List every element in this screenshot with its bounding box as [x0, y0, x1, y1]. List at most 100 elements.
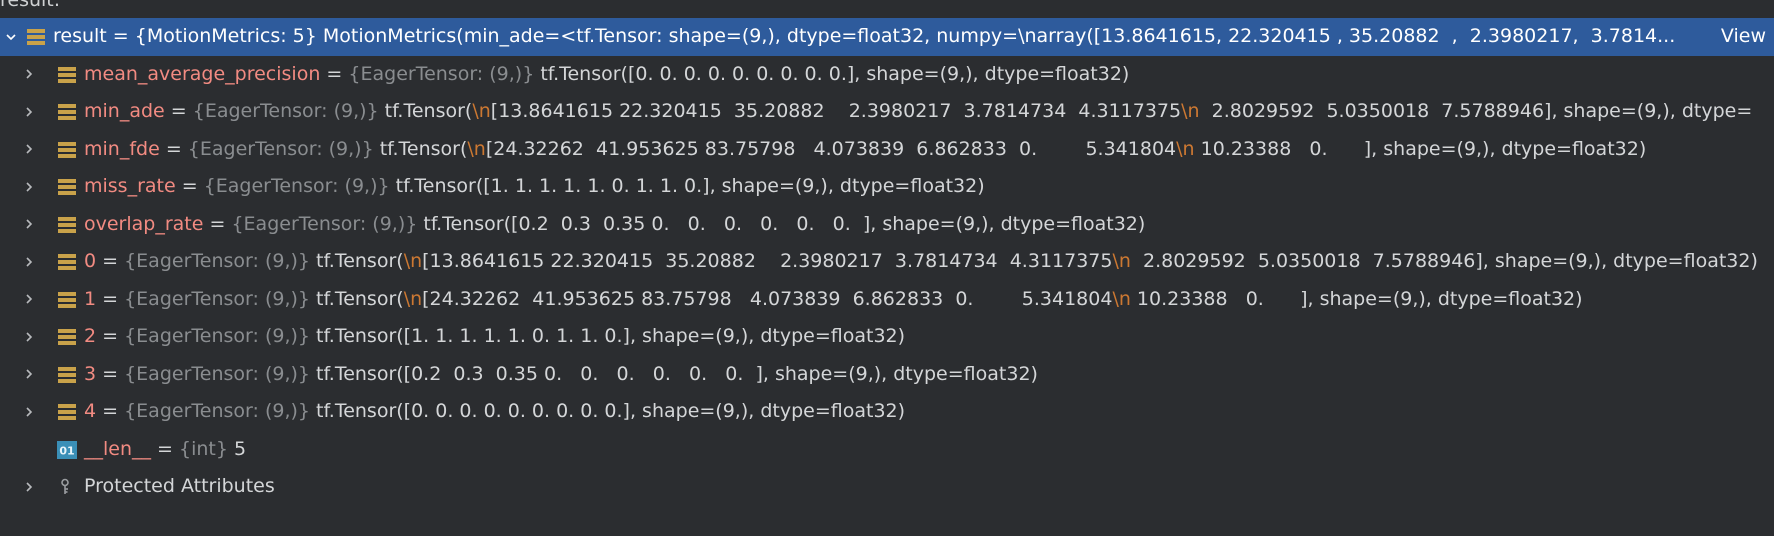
row-content: 1 = {EagerTensor: (9,)} tf.Tensor(\n[24.…: [84, 281, 1583, 319]
var-name: miss_rate: [84, 175, 176, 197]
var-value: 2.8029592 5.0350018 7.5788946], shape=(9…: [1130, 250, 1758, 272]
escape-newline: \n: [403, 250, 423, 272]
variables-tree: result = {MotionMetrics: 5} MotionMetric…: [0, 18, 1774, 506]
var-value: tf.Tensor([0. 0. 0. 0. 0. 0. 0. 0. 0.], …: [309, 400, 906, 422]
escape-newline: \n: [467, 137, 486, 160]
var-name: min_ade: [84, 100, 165, 122]
chevron-right-icon[interactable]: [22, 168, 36, 206]
tree-row-len[interactable]: 01 __len__ = {int} 5: [0, 431, 1774, 469]
var-value: tf.Tensor(: [309, 250, 404, 272]
row-content: 2 = {EagerTensor: (9,)} tf.Tensor([1. 1.…: [84, 318, 905, 356]
ellipsis: ...: [1657, 25, 1676, 47]
escape-newline: \n: [472, 100, 491, 122]
escape-newline: \n: [1176, 137, 1195, 160]
var-name: 3: [84, 362, 97, 385]
equals: =: [96, 325, 125, 347]
var-name: 2: [84, 325, 97, 347]
escape-newline: \n: [403, 287, 423, 310]
escape-newline: \n: [1112, 250, 1131, 272]
equals: =: [164, 100, 193, 122]
tree-row-miss-rate[interactable]: miss_rate = {EagerTensor: (9,)} tf.Tenso…: [0, 168, 1774, 206]
protected-attributes-label: Protected Attributes: [84, 475, 275, 497]
var-value: 5: [227, 437, 247, 460]
escape-newline: \n: [1181, 100, 1200, 122]
list-icon: [57, 252, 77, 272]
list-icon: [57, 402, 77, 422]
tree-row-2[interactable]: 2 = {EagerTensor: (9,)} tf.Tensor([1. 1.…: [0, 318, 1774, 356]
var-name: __len__: [84, 437, 152, 460]
chevron-right-icon[interactable]: [22, 393, 36, 431]
equals: =: [96, 287, 125, 310]
tree-row-1[interactable]: 1 = {EagerTensor: (9,)} tf.Tensor(\n[24.…: [0, 281, 1774, 319]
key-icon: [59, 478, 79, 498]
row-content: 4 = {EagerTensor: (9,)} tf.Tensor([0. 0.…: [84, 393, 905, 431]
var-type: {EagerTensor: (9,)}: [124, 400, 310, 422]
chevron-right-icon[interactable]: [22, 318, 36, 356]
var-type: {EagerTensor: (9,)}: [348, 62, 535, 85]
var-value: tf.Tensor(: [373, 137, 468, 160]
var-value: [24.32262 41.953625 83.75798 4.073839 6.…: [422, 287, 1113, 310]
row-content: 3 = {EagerTensor: (9,)} tf.Tensor([0.2 0…: [84, 356, 1038, 394]
list-icon: [57, 102, 77, 122]
chevron-right-icon[interactable]: [22, 93, 36, 131]
tree-row-mean-average-precision[interactable]: mean_average_precision = {EagerTensor: (…: [0, 56, 1774, 94]
list-icon: [26, 27, 46, 47]
row-content: mean_average_precision = {EagerTensor: (…: [84, 56, 1129, 94]
chevron-right-icon[interactable]: [22, 356, 36, 394]
var-value: [24.32262 41.953625 83.75798 4.073839 6.…: [485, 137, 1177, 160]
var-value: tf.Tensor(: [309, 287, 404, 310]
chevron-right-icon[interactable]: [22, 131, 36, 169]
view-link[interactable]: View: [1715, 18, 1766, 56]
list-icon: [57, 65, 77, 85]
equals: =: [203, 212, 232, 235]
chevron-right-icon[interactable]: [22, 56, 36, 94]
equals: =: [151, 437, 180, 460]
chevron-down-icon[interactable]: [4, 18, 18, 56]
equals: =: [96, 250, 125, 272]
list-icon: [57, 140, 77, 160]
tree-row-min-fde[interactable]: min_fde = {EagerTensor: (9,)} tf.Tensor(…: [0, 131, 1774, 169]
int-icon: 01: [57, 440, 77, 460]
equals: =: [106, 25, 135, 47]
var-name: result: [53, 25, 107, 47]
var-type: {EagerTensor: (9,)}: [192, 100, 379, 122]
row-content: miss_rate = {EagerTensor: (9,)} tf.Tenso…: [84, 168, 985, 206]
var-value: tf.Tensor([0. 0. 0. 0. 0. 0. 0. 0. 0.], …: [534, 62, 1130, 85]
var-type: {EagerTensor: (9,)}: [231, 212, 418, 235]
var-value: tf.Tensor([0.2 0.3 0.35 0. 0. 0. 0. 0. 0…: [309, 362, 1038, 385]
chevron-right-icon[interactable]: [22, 468, 36, 506]
tree-row-overlap-rate[interactable]: overlap_rate = {EagerTensor: (9,)} tf.Te…: [0, 206, 1774, 244]
var-type: {EagerTensor: (9,)}: [187, 137, 374, 160]
var-value: tf.Tensor(: [378, 100, 473, 122]
var-value: [13.8641615 22.320415 35.20882 2.3980217…: [422, 250, 1113, 272]
row-content: min_ade = {EagerTensor: (9,)} tf.Tensor(…: [84, 93, 1752, 131]
tree-row-result[interactable]: result = {MotionMetrics: 5} MotionMetric…: [0, 18, 1774, 56]
var-type: {EagerTensor: (9,)}: [124, 250, 310, 272]
var-type: {EagerTensor: (9,)}: [203, 175, 390, 197]
tree-row-min-ade[interactable]: min_ade = {EagerTensor: (9,)} tf.Tensor(…: [0, 93, 1774, 131]
chevron-right-icon[interactable]: [22, 243, 36, 281]
tree-row-0[interactable]: 0 = {EagerTensor: (9,)} tf.Tensor(\n[13.…: [0, 243, 1774, 281]
list-icon: [57, 365, 77, 385]
var-name: 0: [84, 250, 97, 272]
row-content: overlap_rate = {EagerTensor: (9,)} tf.Te…: [84, 206, 1145, 244]
var-value: 10.23388 0. ], shape=(9,), dtype=float32…: [1194, 137, 1647, 160]
tree-row-protected-attributes[interactable]: Protected Attributes: [0, 468, 1774, 506]
var-name: min_fde: [84, 137, 160, 160]
var-value: 10.23388 0. ], shape=(9,), dtype=float32…: [1130, 287, 1583, 310]
tree-row-4[interactable]: 4 = {EagerTensor: (9,)} tf.Tensor([0. 0.…: [0, 393, 1774, 431]
chevron-right-icon[interactable]: [22, 281, 36, 319]
row-content: min_fde = {EagerTensor: (9,)} tf.Tensor(…: [84, 131, 1646, 169]
row-content: result = {MotionMetrics: 5} MotionMetric…: [53, 18, 1694, 56]
var-value: [13.8641615 22.320415 35.20882 2.3980217…: [490, 100, 1182, 122]
row-content: __len__ = {int} 5: [84, 431, 246, 469]
var-value: tf.Tensor([1. 1. 1. 1. 1. 0. 1. 1. 0.], …: [389, 175, 985, 197]
var-type: {EagerTensor: (9,)}: [124, 362, 310, 385]
chevron-right-icon[interactable]: [22, 206, 36, 244]
int-icon-label: 01: [59, 444, 74, 457]
var-value: 2.8029592 5.0350018 7.5788946], shape=(9…: [1199, 100, 1753, 122]
list-icon: [57, 327, 77, 347]
var-type: {MotionMetrics: 5}: [134, 25, 317, 47]
tree-row-3[interactable]: 3 = {EagerTensor: (9,)} tf.Tensor([0.2 0…: [0, 356, 1774, 394]
panel-header: result:: [0, 0, 61, 11]
